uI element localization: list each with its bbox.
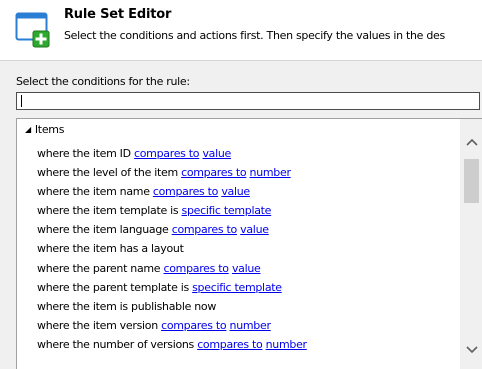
rule-text: where the level of the item [37, 166, 182, 180]
rule-text: where the item ID [37, 147, 134, 160]
page-title: Rule Set Editor [64, 7, 172, 22]
vertical-scrollbar[interactable] [460, 119, 482, 369]
text-caret [21, 95, 22, 107]
condition-rule-item[interactable]: where the item template is specific temp… [37, 201, 307, 220]
rule-parameter-link[interactable]: value [202, 147, 231, 160]
condition-rule-item[interactable]: where the item name compares to value [37, 182, 307, 201]
condition-rule-item[interactable]: where the item version compares to numbe… [37, 316, 307, 335]
rule-parameter-link[interactable]: specific template [192, 281, 282, 294]
rule-text: where the item template is [37, 204, 182, 218]
rule-text: where the item has a layout [37, 242, 184, 256]
rule-text: where the item version [37, 318, 162, 332]
rule-text: where the parent template is [37, 280, 193, 294]
rule-parameter-link[interactable]: value [232, 262, 261, 275]
rule-parameter-link[interactable]: value [240, 223, 269, 236]
rule-parameter-link[interactable]: compares to [181, 166, 247, 179]
rule-text: where the item name [37, 185, 153, 199]
condition-rule-item[interactable]: where the number of versions compares to… [37, 335, 307, 354]
condition-rule-item[interactable]: where the parent name compares to value [37, 259, 307, 278]
tree-node-label: Items [34, 123, 65, 136]
scrollbar-thumb[interactable] [464, 159, 479, 203]
rule-text: where the item language [37, 223, 172, 237]
condition-rule-item[interactable]: where the level of the item compares to … [37, 163, 307, 182]
rule-text: where the parent name [37, 261, 164, 275]
rule-parameter-link[interactable]: compares to [153, 185, 219, 198]
chevron-up-icon[interactable] [465, 137, 479, 147]
rule-text: where the item is publishable now [37, 299, 217, 313]
expand-arrow-icon[interactable]: ◢ [25, 125, 31, 134]
editor-header: Rule Set Editor Select the conditions an… [0, 0, 482, 60]
rule-parameter-link[interactable]: number [250, 166, 291, 179]
rule-parameter-link[interactable]: number [230, 319, 271, 332]
rule-parameter-link[interactable]: compares to [197, 338, 263, 351]
rule-text: where the number of versions [37, 337, 198, 351]
rule-parameter-link[interactable]: compares to [172, 223, 238, 236]
condition-rule-item[interactable]: where the item ID compares to value [37, 144, 307, 163]
conditions-label: Select the conditions for the rule: [16, 75, 190, 88]
rule-parameter-link[interactable]: compares to [134, 147, 200, 160]
conditions-list[interactable]: ◢ Items where the item ID compares to val… [16, 118, 482, 369]
condition-rule-item[interactable]: where the parent template is specific te… [37, 278, 307, 297]
condition-rule-item[interactable]: where the item is publishable now [37, 297, 307, 316]
page-subtitle: Select the conditions and actions first.… [64, 29, 445, 42]
condition-rules: where the item ID compares to value where… [37, 144, 307, 354]
rule-parameter-link[interactable]: number [266, 338, 307, 351]
rule-parameter-link[interactable]: value [221, 185, 250, 198]
header-divider [0, 60, 482, 61]
rule-parameter-link[interactable]: compares to [163, 262, 229, 275]
rule-parameter-link[interactable]: specific template [182, 204, 272, 217]
tree-node-items[interactable]: ◢ Items [25, 123, 64, 136]
condition-filter-input[interactable] [16, 92, 480, 110]
rule-editor-add-icon [15, 12, 50, 48]
rule-parameter-link[interactable]: compares to [161, 319, 227, 332]
chevron-down-icon[interactable] [465, 345, 479, 355]
condition-rule-item[interactable]: where the item has a layout [37, 239, 307, 258]
condition-rule-item[interactable]: where the item language compares to valu… [37, 220, 307, 239]
